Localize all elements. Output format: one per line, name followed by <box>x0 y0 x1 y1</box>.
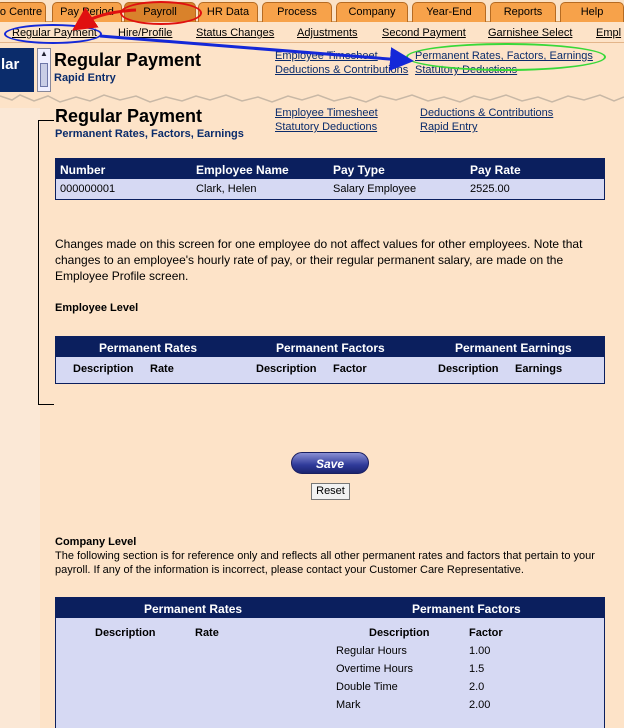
employee-level-table: Permanent Rates Permanent Factors Perman… <box>55 336 605 384</box>
tab-process[interactable]: Process <box>262 2 332 22</box>
employee-table-header: Number Employee Name Pay Type Pay Rate <box>56 159 604 179</box>
tab-help[interactable]: Help <box>560 2 624 22</box>
factor-value: 1.5 <box>469 663 485 675</box>
employee-level-heading: Employee Level <box>55 302 139 314</box>
col-pay-type: Pay Type <box>333 163 385 177</box>
subnav-status-changes[interactable]: Status Changes <box>196 27 274 39</box>
cell-pay-type: Salary Employee <box>333 183 417 195</box>
group-permanent-factors: Permanent Factors <box>412 602 521 616</box>
bg-link-employee-timesheet[interactable]: Employee Timesheet <box>275 50 378 62</box>
factor-value: 1.00 <box>469 645 491 657</box>
bracket-tick <box>38 120 54 121</box>
col-earnings: Earnings <box>515 363 563 375</box>
tab-year-end[interactable]: Year-End <box>412 2 486 22</box>
emp-level-group-header: Permanent Rates Permanent Factors Perman… <box>56 337 604 357</box>
company-table-body: Description Rate Description Factor Regu… <box>56 618 604 728</box>
tab-label: Year-End <box>426 6 472 18</box>
cell-number: 000000001 <box>60 183 116 195</box>
company-group-header: Permanent Rates Permanent Factors <box>56 598 604 618</box>
page-subtitle: Permanent Rates, Factors, Earnings <box>55 128 244 140</box>
company-level-table: Permanent Rates Permanent Factors Descri… <box>55 597 605 728</box>
cell-pay-rate: 2525.00 <box>470 183 510 195</box>
group-permanent-rates: Permanent Rates <box>99 341 198 355</box>
page-title: Regular Payment <box>55 106 203 126</box>
tab-info-centre[interactable]: o Centre <box>0 2 46 22</box>
subnav-adjustments[interactable]: Adjustments <box>297 27 358 39</box>
employee-table: Number Employee Name Pay Type Pay Rate 0… <box>55 158 605 200</box>
tab-pay-period[interactable]: Pay Period <box>52 2 122 22</box>
reset-button[interactable]: Reset <box>311 483 350 500</box>
tab-label: Help <box>580 6 604 18</box>
col-employee-name: Employee Name <box>196 163 289 177</box>
bracket-tick <box>38 404 54 405</box>
panel-bracket <box>38 120 55 405</box>
tab-label: Payroll <box>143 6 177 18</box>
subnav-garnishee-select[interactable]: Garnishee Select <box>488 27 572 39</box>
left-tab-label: lar <box>1 56 20 73</box>
group-permanent-factors: Permanent Factors <box>276 341 385 355</box>
tab-label: HR Data <box>206 6 250 18</box>
sub-navigation: Regular Payment Hire/Profile Status Chan… <box>0 22 624 43</box>
col-factor: Factor <box>333 363 367 375</box>
col-rate: Rate <box>195 627 219 639</box>
tab-label: Process <box>277 6 317 18</box>
link-deductions-contributions[interactable]: Deductions & Contributions <box>420 107 553 119</box>
emp-level-col-header: Description Rate Description Factor Desc… <box>56 357 604 383</box>
tab-reports[interactable]: Reports <box>490 2 556 22</box>
info-note: Changes made on this screen for one empl… <box>55 237 583 283</box>
link-statutory-deductions[interactable]: Statutory Deductions <box>275 121 377 133</box>
subnav-employee[interactable]: Empl <box>596 27 621 39</box>
company-level-heading: Company Level <box>55 536 137 548</box>
scroll-up-icon[interactable]: ▲ <box>38 49 50 59</box>
scroll-thumb[interactable] <box>40 63 48 87</box>
factor-description: Mark <box>336 699 361 711</box>
background-page-title: Regular Payment <box>54 50 202 70</box>
left-section-tab: lar <box>0 48 34 92</box>
tab-label: o Centre <box>0 6 43 18</box>
col-description: Description <box>438 363 499 375</box>
factor-description: Regular Hours <box>336 645 407 657</box>
vertical-scrollbar[interactable]: ▲ <box>37 48 51 92</box>
background-page-subtitle: Rapid Entry <box>54 72 116 84</box>
bg-link-deductions-contributions[interactable]: Deductions & Contributions <box>275 64 408 76</box>
link-rapid-entry[interactable]: Rapid Entry <box>420 121 477 133</box>
factor-description: Overtime Hours <box>336 663 414 675</box>
col-description: Description <box>369 627 430 639</box>
table-row[interactable]: 000000001 Clark, Helen Salary Employee 2… <box>56 179 604 199</box>
col-pay-rate: Pay Rate <box>470 163 521 177</box>
subnav-second-payment[interactable]: Second Payment <box>382 27 466 39</box>
tab-hr-data[interactable]: HR Data <box>198 2 258 22</box>
tab-label: Reports <box>503 6 543 18</box>
bg-link-statutory-deductions[interactable]: Statutory Deductions <box>415 64 517 76</box>
factor-description: Double Time <box>336 681 398 693</box>
subnav-regular-payment[interactable]: Regular Payment <box>12 27 97 39</box>
factor-value: 2.00 <box>469 699 491 711</box>
link-employee-timesheet[interactable]: Employee Timesheet <box>275 107 378 119</box>
main-tab-bar: o Centre Pay Period Payroll HR Data Proc… <box>0 0 624 22</box>
col-description: Description <box>256 363 317 375</box>
col-description: Description <box>95 627 156 639</box>
company-level-note: The following section is for reference o… <box>55 550 595 576</box>
tab-payroll[interactable]: Payroll <box>124 2 196 22</box>
left-margin-strip <box>0 108 40 728</box>
col-rate: Rate <box>150 363 174 375</box>
subnav-hire-profile[interactable]: Hire/Profile <box>118 27 172 39</box>
bg-link-permanent-rates[interactable]: Permanent Rates, Factors, Earnings <box>415 50 593 62</box>
save-button[interactable]: Save <box>291 452 369 474</box>
group-permanent-earnings: Permanent Earnings <box>455 341 572 355</box>
tab-label: Company <box>348 6 396 18</box>
factor-value: 2.0 <box>469 681 485 693</box>
col-description: Description <box>73 363 134 375</box>
col-number: Number <box>60 163 106 177</box>
group-permanent-rates: Permanent Rates <box>144 602 243 616</box>
col-factor: Factor <box>469 627 503 639</box>
tab-label: Pay Period <box>60 6 114 18</box>
cell-employee-name: Clark, Helen <box>196 183 257 195</box>
tab-company[interactable]: Company <box>336 2 408 22</box>
